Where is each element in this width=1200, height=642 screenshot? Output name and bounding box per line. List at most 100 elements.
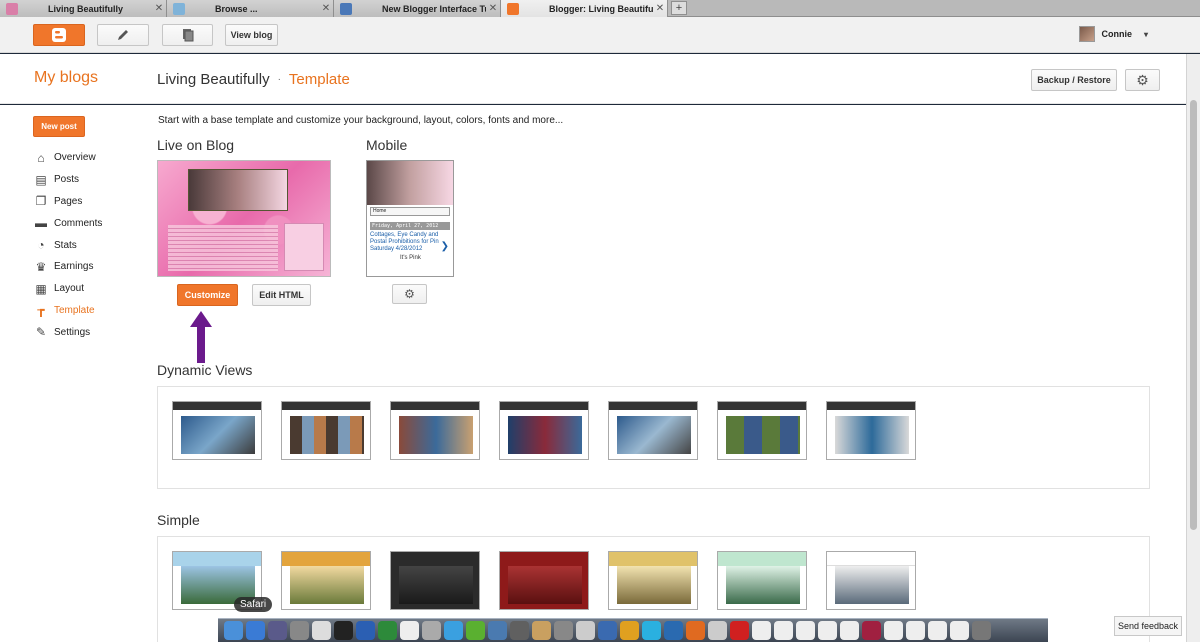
close-tab-icon[interactable]: ✕ xyxy=(486,3,500,14)
safari-icon[interactable] xyxy=(246,621,265,640)
user-menu[interactable]: Connie ▾ xyxy=(1079,26,1148,42)
app-icon[interactable] xyxy=(598,621,617,640)
document-icon[interactable] xyxy=(950,621,969,640)
app-icon[interactable] xyxy=(422,621,441,640)
close-tab-icon[interactable]: ✕ xyxy=(152,3,166,14)
document-icon[interactable] xyxy=(906,621,925,640)
vertical-scrollbar[interactable] xyxy=(1186,54,1200,642)
scrollbar-thumb[interactable] xyxy=(1190,100,1197,530)
excel-icon[interactable] xyxy=(378,621,397,640)
new-tab-button[interactable]: + xyxy=(671,1,687,15)
pencil-icon xyxy=(118,30,128,40)
template-thumbnail[interactable] xyxy=(281,551,371,610)
app-icon[interactable] xyxy=(862,621,881,640)
sidebar-item-template[interactable]: ┲ Template xyxy=(34,300,102,322)
blog-name[interactable]: Living Beautifully xyxy=(157,71,270,88)
sidebar-item-earnings[interactable]: ♛ Earnings xyxy=(34,256,102,278)
gear-icon: ⚙ xyxy=(404,287,415,301)
customize-button[interactable]: Customize xyxy=(177,284,238,306)
sidebar-item-stats[interactable]: ◔ Stats xyxy=(34,234,102,256)
template-thumbnail[interactable] xyxy=(608,551,698,610)
thumb-bar xyxy=(827,552,915,566)
finder-icon[interactable] xyxy=(224,621,243,640)
app-icon[interactable] xyxy=(620,621,639,640)
document-icon[interactable] xyxy=(928,621,947,640)
document-icon[interactable] xyxy=(818,621,837,640)
browser-tab-active[interactable]: Blogger: Living Beautifully – Te... ✕ xyxy=(501,0,668,17)
app-icon[interactable] xyxy=(334,621,353,640)
thumb-image xyxy=(508,566,582,604)
template-thumbnail[interactable] xyxy=(499,551,589,610)
app-icon[interactable] xyxy=(532,621,551,640)
app-icon[interactable] xyxy=(576,621,595,640)
template-thumbnail[interactable] xyxy=(717,551,807,610)
close-tab-icon[interactable]: ✕ xyxy=(653,3,667,14)
itunes-icon[interactable] xyxy=(444,621,463,640)
send-feedback-button[interactable]: Send feedback xyxy=(1114,616,1182,636)
document-icon[interactable] xyxy=(708,621,727,640)
mobile-settings-button[interactable]: ⚙ xyxy=(392,284,427,304)
thumb-image xyxy=(399,416,473,454)
my-blogs-link[interactable]: My blogs xyxy=(34,69,98,87)
page-header: My blogs Living Beautifully · Template B… xyxy=(0,54,1186,104)
calendar-icon[interactable] xyxy=(400,621,419,640)
sidebar-item-layout[interactable]: ▦ Layout xyxy=(34,278,102,300)
mobile-template-preview[interactable]: Home Friday, April 27, 2012 Cottages, Ey… xyxy=(366,160,454,277)
app-icon[interactable] xyxy=(510,621,529,640)
app-icon[interactable] xyxy=(554,621,573,640)
word-icon[interactable] xyxy=(356,621,375,640)
template-thumbnail[interactable] xyxy=(717,401,807,460)
home-icon: ⌂ xyxy=(37,150,45,165)
sidebar-item-posts[interactable]: ▤ Posts xyxy=(34,169,102,191)
document-icon[interactable] xyxy=(884,621,903,640)
template-thumbnail[interactable] xyxy=(390,401,480,460)
app-icon[interactable] xyxy=(268,621,287,640)
thumb-bar xyxy=(500,552,588,566)
app-icon[interactable] xyxy=(290,621,309,640)
thumb-bar xyxy=(609,402,697,410)
document-icon[interactable] xyxy=(796,621,815,640)
new-post-pencil-button[interactable] xyxy=(97,24,149,46)
blogger-logo-button[interactable] xyxy=(33,24,85,46)
sidebar-item-settings[interactable]: ✎ Settings xyxy=(34,321,102,343)
template-thumbnail[interactable] xyxy=(826,551,916,610)
app-icon[interactable] xyxy=(466,621,485,640)
settings-gear-button[interactable]: ⚙ xyxy=(1125,69,1160,91)
template-thumbnail[interactable] xyxy=(826,401,916,460)
close-tab-icon[interactable]: ✕ xyxy=(319,3,333,14)
edit-html-button[interactable]: Edit HTML xyxy=(252,284,311,306)
browser-tab[interactable]: Living Beautifully ✕ xyxy=(0,0,167,17)
posts-list-button[interactable] xyxy=(162,24,213,46)
breadcrumb-separator: · xyxy=(277,74,281,85)
sidebar-item-comments[interactable]: ▬ Comments xyxy=(34,212,102,234)
backup-restore-button[interactable]: Backup / Restore xyxy=(1031,69,1117,91)
template-thumbnail[interactable] xyxy=(281,401,371,460)
document-icon[interactable] xyxy=(774,621,793,640)
thumb-bar xyxy=(391,552,479,566)
app-icon[interactable] xyxy=(488,621,507,640)
sidebar-item-pages[interactable]: ❐ Pages xyxy=(34,191,102,213)
live-template-preview[interactable] xyxy=(157,160,331,277)
blogger-logo-icon xyxy=(52,28,66,42)
dock-tooltip: Safari xyxy=(234,597,273,612)
new-post-button[interactable]: New post xyxy=(33,116,85,137)
trash-icon[interactable] xyxy=(972,621,991,640)
firefox-icon[interactable] xyxy=(686,621,705,640)
document-icon[interactable] xyxy=(752,621,771,640)
app-icon[interactable] xyxy=(730,621,749,640)
template-thumbnail[interactable] xyxy=(172,401,262,460)
template-thumbnail[interactable] xyxy=(608,401,698,460)
thumb-bar xyxy=(500,402,588,410)
photoshop-elements-icon[interactable] xyxy=(664,621,683,640)
template-thumbnail[interactable] xyxy=(499,401,589,460)
chevron-down-icon: ▾ xyxy=(1143,29,1148,39)
browser-tab[interactable]: New Blogger Interface Tutorial ... ✕ xyxy=(334,0,501,17)
browser-tab[interactable]: Browse ... ✕ xyxy=(167,0,334,17)
sidebar-item-overview[interactable]: ⌂ Overview xyxy=(34,147,102,169)
skype-icon[interactable] xyxy=(642,621,661,640)
template-thumbnail[interactable] xyxy=(390,551,480,610)
view-blog-button[interactable]: View blog xyxy=(225,24,278,46)
favicon-icon xyxy=(340,2,352,15)
document-icon[interactable] xyxy=(840,621,859,640)
app-icon[interactable] xyxy=(312,621,331,640)
